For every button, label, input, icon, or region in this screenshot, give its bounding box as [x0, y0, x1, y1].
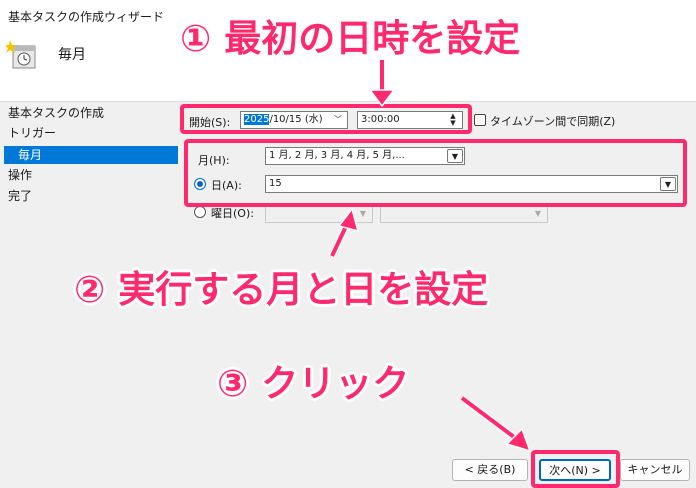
week-occurrence-dropdown[interactable]: ▼ [265, 205, 373, 223]
window-title: 基本タスクの作成ウィザード [8, 10, 165, 24]
arrow-step3-icon [459, 395, 532, 453]
wizard-steps: 基本タスクの作成 トリガー 毎月 操作 完了 [0, 104, 180, 404]
step-action: 操作 [8, 168, 33, 182]
highlight-next-button [531, 450, 620, 488]
annotation-step2: ② 実行する月と日を設定 [74, 268, 489, 311]
step-create-basic-task: 基本タスクの作成 [8, 106, 105, 120]
timezone-sync-label: タイムゾーン間で同期(Z) [490, 115, 616, 128]
step-finish: 完了 [8, 189, 33, 203]
scheduled-task-icon [6, 40, 36, 69]
step-trigger: トリガー [8, 126, 57, 140]
back-button[interactable]: < 戻る(B) [452, 459, 528, 481]
annotation-step1: ① 最初の日時を設定 [180, 17, 521, 60]
highlight-start-row [180, 104, 472, 134]
weekday-label: 曜日(O): [211, 207, 254, 220]
cancel-button[interactable]: キャンセル [620, 459, 690, 481]
timezone-sync-checkbox[interactable] [474, 114, 486, 126]
highlight-month-day-rows [184, 139, 687, 207]
annotation-step3: ③ クリック [217, 362, 410, 405]
weekday-dropdown[interactable]: ▼ [380, 205, 548, 223]
chevron-down-icon: ▼ [534, 209, 542, 218]
step-monthly: 毎月 [4, 146, 178, 164]
weekday-radio[interactable] [194, 206, 206, 218]
chevron-down-icon: ▼ [359, 209, 367, 218]
page-title: 毎月 [58, 47, 86, 63]
